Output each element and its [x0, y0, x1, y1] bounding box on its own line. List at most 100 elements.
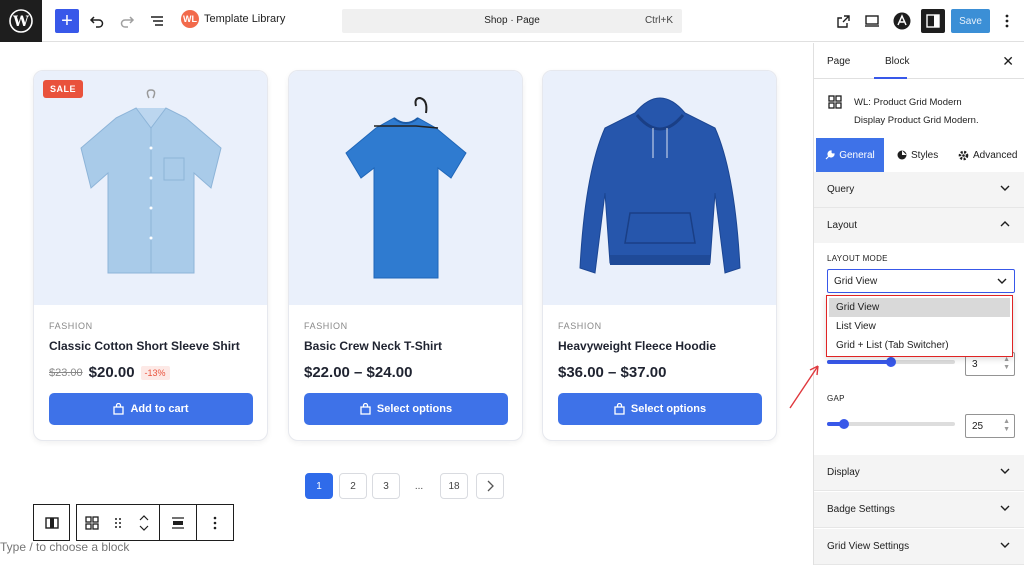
product-card[interactable]: FASHION Basic Crew Neck T-Shirt $22.00 –… — [288, 70, 523, 441]
bag-icon — [360, 403, 371, 415]
chevron-up-icon — [1000, 221, 1010, 227]
align-icon[interactable] — [160, 505, 196, 540]
wordpress-logo-icon[interactable]: W — [0, 0, 42, 42]
annotation-arrow-icon — [789, 365, 819, 409]
product-name[interactable]: Classic Cotton Short Sleeve Shirt — [49, 339, 240, 353]
chevron-right-icon — [487, 480, 494, 492]
wrench-icon — [825, 150, 835, 160]
bag-icon — [614, 403, 625, 415]
gap-label: GAP — [827, 394, 845, 403]
columns-slider-fill — [827, 360, 891, 364]
chevron-down-icon — [1000, 542, 1010, 548]
more-options-icon[interactable] — [197, 505, 233, 540]
view-external-icon[interactable] — [834, 9, 852, 33]
add-block-button[interactable]: + — [55, 9, 79, 33]
columns-slider-handle[interactable] — [886, 357, 896, 367]
section-display-label: Display — [827, 467, 860, 478]
page-link-1[interactable]: 1 — [305, 473, 333, 499]
page-link-18[interactable]: 18 — [440, 473, 468, 499]
product-price: $23.00 $20.00 -13% — [49, 364, 170, 381]
tab-general[interactable]: General — [816, 138, 884, 172]
select-options-button[interactable]: Select options — [558, 393, 762, 425]
editor-top-bar: W + WL Template Library Shop · Page Ctrl… — [0, 0, 1024, 42]
section-layout[interactable]: Layout — [814, 208, 1024, 244]
chevron-down-icon — [1000, 185, 1010, 191]
gear-icon — [958, 150, 969, 160]
tab-styles[interactable]: Styles — [897, 138, 938, 172]
product-card[interactable]: SALE FASHION Classic Cotton Short Sleeve… — [33, 70, 268, 441]
section-query[interactable]: Query — [814, 172, 1024, 208]
layout-mode-label: LAYOUT MODE — [827, 254, 888, 263]
columns-value: 3 — [972, 359, 978, 370]
section-gridview-label: Grid View Settings — [827, 541, 910, 552]
grid-icon[interactable] — [77, 505, 107, 540]
options-menu-icon[interactable] — [998, 9, 1016, 33]
option-grid-list-tab-switcher[interactable]: Grid + List (Tab Switcher) — [829, 336, 1010, 355]
add-to-cart-button[interactable]: Add to cart — [49, 393, 253, 425]
layout-mode-value: Grid View — [834, 276, 878, 287]
command-shortcut: Ctrl+K — [644, 15, 673, 26]
device-preview-icon[interactable] — [863, 9, 881, 33]
product-category: FASHION — [49, 321, 93, 331]
layout-mode-select[interactable]: Grid View — [827, 269, 1015, 293]
spin-arrows-icon[interactable]: ▲ ▼ — [1003, 418, 1010, 434]
section-grid-view-settings[interactable]: Grid View Settings — [814, 529, 1024, 565]
page-ellipsis: ... — [405, 473, 433, 499]
columns-slider[interactable] — [827, 357, 955, 367]
gap-value: 25 — [972, 421, 984, 432]
select-options-button[interactable]: Select options — [304, 393, 508, 425]
product-price: $36.00 – $37.00 — [558, 364, 666, 381]
palette-icon — [897, 150, 907, 160]
tshirt-image — [344, 96, 467, 279]
template-library-button[interactable]: WL Template Library — [181, 10, 285, 28]
product-image[interactable] — [289, 71, 522, 305]
product-card[interactable]: FASHION Heavyweight Fleece Hoodie $36.00… — [542, 70, 777, 441]
chevron-down-icon — [1000, 505, 1010, 511]
chevron-down-icon — [997, 278, 1007, 284]
product-image[interactable] — [34, 71, 267, 305]
document-overview-icon[interactable] — [148, 9, 166, 33]
section-badge-settings[interactable]: Badge Settings — [814, 492, 1024, 528]
save-button[interactable]: Save — [951, 9, 990, 33]
close-icon[interactable]: ✕ — [1002, 53, 1014, 70]
section-display[interactable]: Display — [814, 455, 1024, 491]
product-image[interactable] — [543, 71, 776, 305]
spin-arrows-icon[interactable]: ▲ ▼ — [1003, 356, 1010, 372]
command-palette-bar[interactable]: Shop · Page Ctrl+K — [342, 9, 682, 33]
product-category: FASHION — [558, 321, 602, 331]
tab-block[interactable]: Block — [885, 56, 909, 67]
redo-icon[interactable] — [118, 9, 136, 33]
section-layout-label: Layout — [827, 220, 858, 231]
astra-logo-icon[interactable] — [892, 9, 912, 33]
align-group — [159, 504, 197, 541]
tab-page[interactable]: Page — [827, 56, 850, 67]
inspector-tabs: General Styles Advanced — [814, 138, 1024, 172]
page-link-2[interactable]: 2 — [339, 473, 367, 499]
next-page-button[interactable] — [476, 473, 504, 499]
template-library-logo-icon: WL — [181, 10, 199, 28]
settings-sidebar-toggle-icon[interactable] — [921, 9, 945, 33]
active-tab-indicator — [874, 77, 907, 79]
gap-input[interactable]: 25 ▲ ▼ — [965, 414, 1015, 438]
drag-handle-icon[interactable] — [107, 505, 129, 540]
block-parent-group — [33, 504, 70, 541]
template-library-label: Template Library — [204, 13, 286, 25]
product-name[interactable]: Basic Crew Neck T-Shirt — [304, 339, 442, 353]
block-toolbar — [33, 504, 234, 541]
chevron-down-icon — [1000, 468, 1010, 474]
gap-slider[interactable] — [827, 419, 955, 429]
product-name[interactable]: Heavyweight Fleece Hoodie — [558, 339, 716, 353]
undo-icon[interactable] — [88, 9, 106, 33]
sidebar-tabs: Page Block ✕ — [814, 43, 1024, 79]
tab-advanced[interactable]: Advanced — [958, 138, 1017, 172]
page-link-3[interactable]: 3 — [372, 473, 400, 499]
block-appender-hint[interactable]: Type / to choose a block — [0, 540, 129, 554]
gap-slider-handle[interactable] — [838, 419, 849, 429]
section-query-label: Query — [827, 184, 855, 195]
block-move-group — [76, 504, 160, 541]
sale-badge: SALE — [43, 80, 84, 98]
move-up-down-icon[interactable] — [129, 505, 159, 540]
option-list-view[interactable]: List View — [829, 317, 1010, 336]
option-grid-view[interactable]: Grid View — [829, 298, 1010, 317]
block-type-icon[interactable] — [34, 505, 69, 540]
